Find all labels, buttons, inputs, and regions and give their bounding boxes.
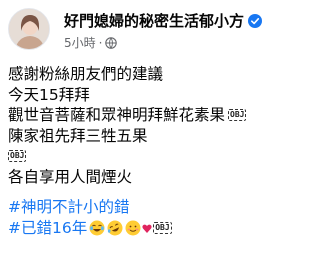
author-name[interactable]: 好門媳婦的秘密生活郁小方 bbox=[64, 10, 263, 31]
post-time[interactable]: 5小時 bbox=[64, 34, 96, 51]
post-line: 各自享用人間煙火 bbox=[8, 167, 303, 188]
obj-tag: OBJ bbox=[153, 221, 172, 234]
laughing-tears-emoji-icon bbox=[89, 220, 105, 236]
author-avatar[interactable] bbox=[8, 8, 50, 50]
hashtag-link[interactable]: #神明不計小的錯 bbox=[8, 197, 130, 218]
post-line: 觀世音菩薩和眾神明拜鮮花素果 OBJ bbox=[8, 105, 303, 126]
post-meta: 5小時 · bbox=[64, 34, 118, 51]
obj-tag: OBJ bbox=[228, 109, 247, 122]
post-line: OBJ bbox=[8, 146, 303, 167]
post-line-text: 陳家祖先拜三牲五果 bbox=[8, 126, 148, 145]
hashtag-line: #神明不計小的錯 bbox=[8, 197, 303, 218]
rolling-laughing-emoji-icon bbox=[107, 220, 123, 236]
post-body: 感謝粉絲朋友們的建議 今天15拜拜 觀世音菩薩和眾神明拜鮮花素果 OBJ 陳家祖… bbox=[8, 64, 303, 238]
post-line-text: 觀世音菩薩和眾神明拜鮮花素果 bbox=[8, 106, 226, 124]
obj-tag: OBJ bbox=[8, 150, 27, 163]
hashtag-link[interactable]: #已錯16年 bbox=[8, 218, 87, 239]
red-heart-emoji-icon bbox=[142, 220, 152, 236]
hearts-face-emoji-icon bbox=[125, 220, 141, 236]
hashtag-line: #已錯16年 OBJ bbox=[8, 218, 303, 239]
post-line-text: 各自享用人間煙火 bbox=[8, 167, 133, 186]
verified-badge-icon bbox=[248, 13, 263, 28]
author-name-text[interactable]: 好門媳婦的秘密生活郁小方 bbox=[64, 10, 244, 31]
post-line-text: 感謝粉絲朋友們的建議 bbox=[8, 65, 164, 83]
globe-icon[interactable] bbox=[105, 36, 118, 49]
post-line: 今天15拜拜 bbox=[8, 85, 303, 106]
meta-separator: · bbox=[98, 35, 103, 50]
post-line: 感謝粉絲朋友們的建議 bbox=[8, 64, 303, 85]
post-line: 陳家祖先拜三牲五果 bbox=[8, 126, 303, 147]
post-header: 好門媳婦的秘密生活郁小方 5小時 · bbox=[8, 8, 301, 50]
post-line-text: 今天15拜拜 bbox=[8, 85, 90, 104]
